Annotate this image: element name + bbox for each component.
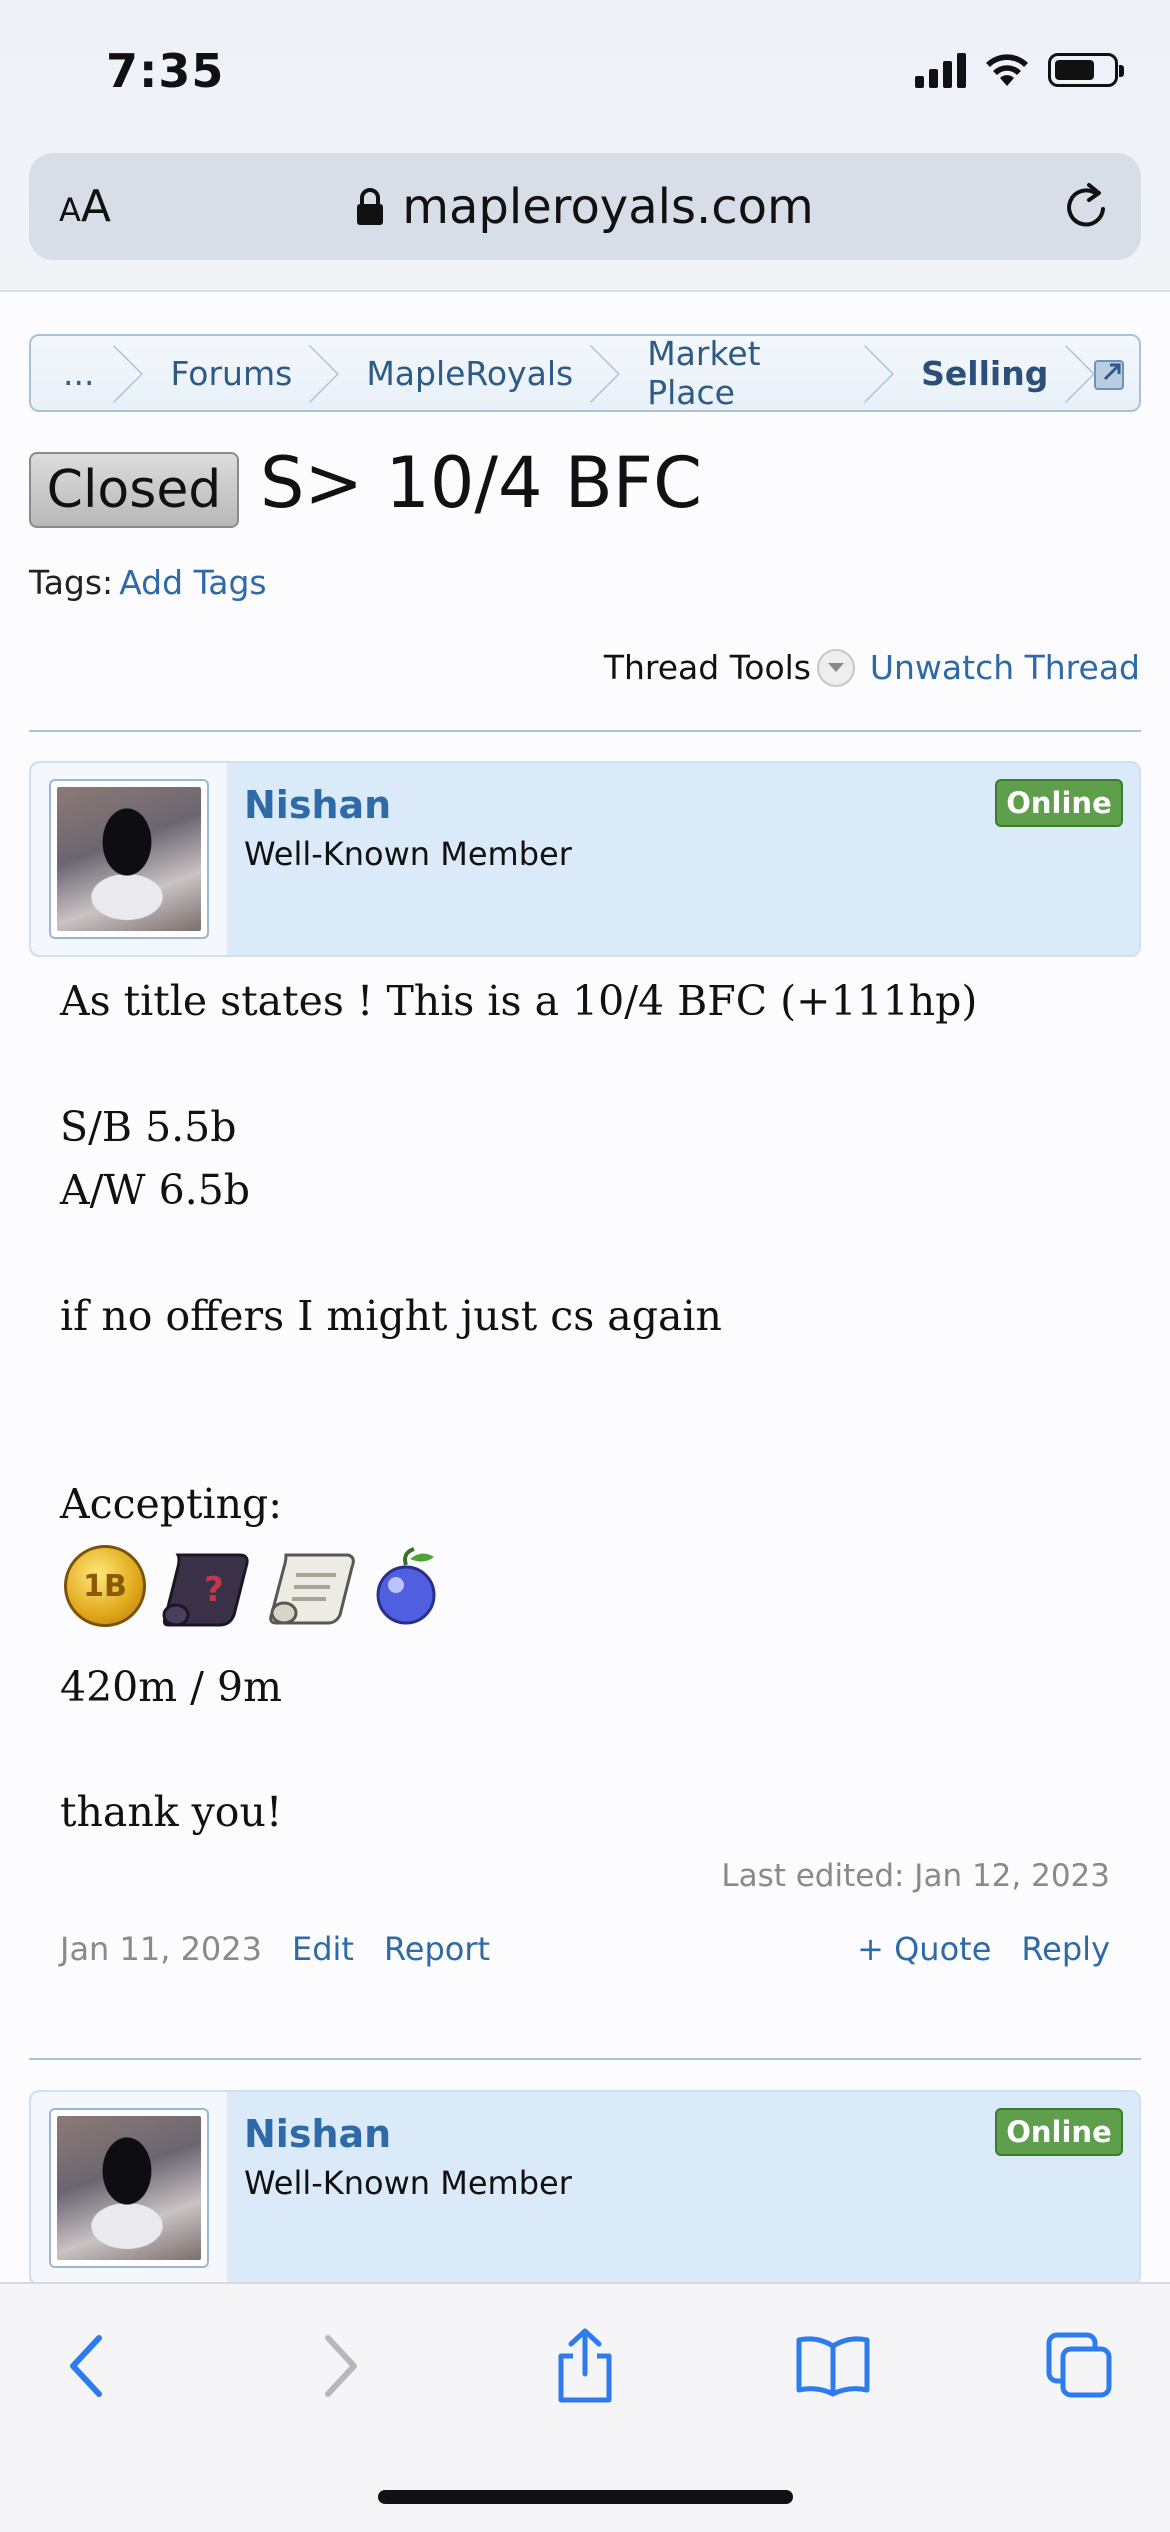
message-line: As title states ! This is a 10/4 BFC (+1…: [60, 977, 978, 1025]
breadcrumb-forums[interactable]: Forums: [130, 336, 326, 410]
accepting-icons: 1B ?: [64, 1545, 442, 1627]
book-icon: [796, 2336, 870, 2397]
post-footer: Jan 11, 2023 Edit Report + Quote Reply: [60, 1930, 1110, 1968]
address-bar[interactable]: AA mapleroyals.com: [29, 153, 1141, 260]
message-line: S/B 5.5b: [60, 1103, 237, 1151]
chevron-right-icon: [325, 2335, 357, 2397]
reload-icon[interactable]: [1059, 179, 1115, 235]
forward-button[interactable]: [295, 2326, 385, 2406]
thread-title: S> 10/4 BFC: [260, 442, 702, 524]
browser-top-chrome: 7:35 AA mapleroyals.com: [0, 0, 1170, 292]
home-indicator: [378, 2490, 793, 2504]
tags-row: Tags: Add Tags: [29, 563, 267, 602]
status-time: 7:35: [106, 44, 225, 98]
closed-prefix-badge: Closed: [29, 452, 239, 528]
chaos-scroll-icon: ?: [162, 1553, 249, 1627]
online-status-badge: Online: [995, 779, 1123, 827]
username-link[interactable]: Nishan: [244, 2112, 391, 2156]
divider: [29, 2058, 1141, 2060]
breadcrumb-more[interactable]: ...: [31, 336, 130, 410]
share-button[interactable]: [540, 2326, 630, 2406]
message-line: Accepting:: [60, 1480, 283, 1528]
user-title: Well-Known Member: [244, 835, 572, 873]
breadcrumb: ... Forums MapleRoyals Market Place Sell…: [29, 334, 1141, 412]
reply-link[interactable]: Reply: [1021, 1930, 1110, 1968]
message-line: 420m / 9m: [60, 1663, 282, 1711]
post-header: Nishan Well-Known Member Online: [29, 761, 1141, 957]
user-title: Well-Known Member: [244, 2164, 572, 2202]
wifi-icon: [986, 54, 1028, 86]
svg-text:?: ?: [204, 1570, 224, 1610]
back-button[interactable]: [42, 2326, 132, 2406]
thread-tools-button[interactable]: Thread Tools: [604, 648, 855, 687]
onyx-apple-icon: [376, 1547, 436, 1625]
chevron-down-icon: [817, 648, 855, 687]
white-scroll-icon: [269, 1553, 355, 1625]
cellular-signal-icon: [915, 52, 966, 88]
battery-icon: [1048, 53, 1124, 87]
tabs-button[interactable]: [1035, 2326, 1125, 2406]
breadcrumb-market-place[interactable]: Market Place: [607, 336, 881, 410]
divider: [29, 730, 1141, 732]
chevron-left-icon: [70, 2335, 102, 2397]
external-link-icon: [1093, 360, 1124, 390]
avatar[interactable]: [49, 779, 209, 939]
1b-coin-icon: 1B: [64, 1545, 146, 1627]
post-header: Nishan Well-Known Member Online: [29, 2090, 1141, 2286]
status-icons: [915, 52, 1124, 88]
unwatch-thread-link[interactable]: Unwatch Thread: [870, 648, 1140, 687]
share-icon: [558, 2328, 612, 2403]
message-line: A/W 6.5b: [60, 1166, 251, 1214]
last-edited-text: Last edited: Jan 12, 2023: [721, 1858, 1110, 1894]
breadcrumb-selling[interactable]: Selling: [881, 336, 1082, 410]
thread-tools-label: Thread Tools: [603, 648, 811, 687]
online-status-badge: Online: [995, 2108, 1123, 2156]
post-date-link[interactable]: Jan 11, 2023: [60, 1930, 262, 1968]
quote-link[interactable]: + Quote: [857, 1930, 991, 1968]
edit-link[interactable]: Edit: [292, 1930, 354, 1968]
tags-label: Tags:: [29, 563, 114, 602]
tabs-icon: [1046, 2332, 1112, 2398]
avatar[interactable]: [49, 2108, 209, 2268]
username-link[interactable]: Nishan: [244, 783, 391, 827]
lock-icon: [357, 187, 384, 225]
breadcrumb-mapleroyals[interactable]: MapleRoyals: [326, 336, 607, 410]
message-line: if no offers I might just cs again: [60, 1292, 722, 1340]
report-link[interactable]: Report: [384, 1930, 490, 1968]
url-text[interactable]: mapleroyals.com: [402, 179, 814, 235]
add-tags-link[interactable]: Add Tags: [119, 563, 266, 602]
bookmarks-button[interactable]: [788, 2326, 878, 2406]
message-line: thank you!: [60, 1788, 283, 1836]
